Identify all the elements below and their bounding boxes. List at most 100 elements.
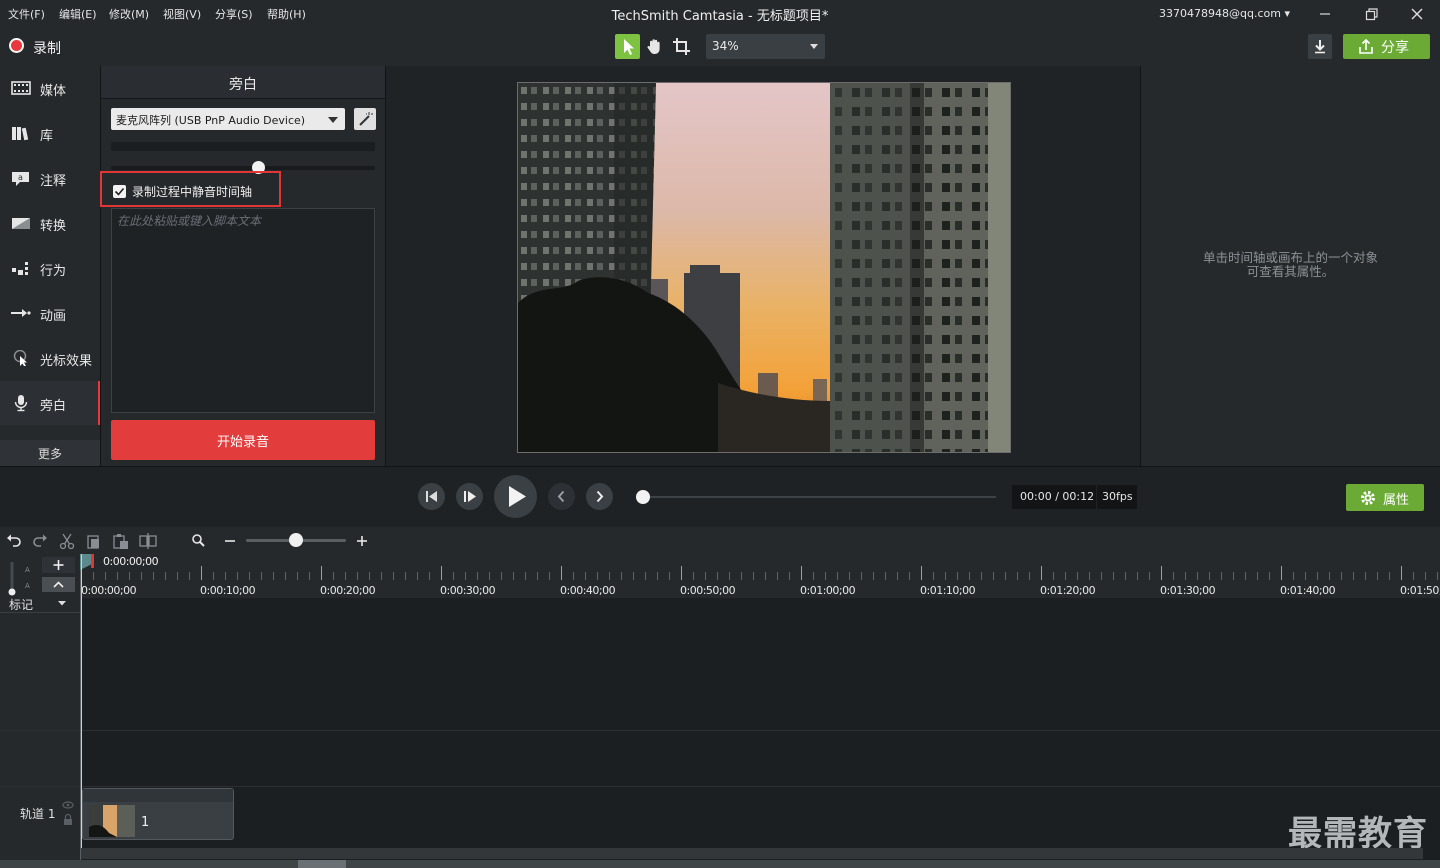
copy-icon[interactable]	[84, 531, 104, 551]
nav-label: 媒体	[40, 84, 67, 99]
mute-timeline-checkbox[interactable]	[113, 185, 126, 198]
track-visibility-icon[interactable]	[61, 797, 75, 827]
undo-icon[interactable]	[4, 531, 24, 551]
svg-text:a: a	[18, 173, 23, 182]
nav-item-narration[interactable]: 旁白	[0, 381, 100, 425]
play-button[interactable]	[494, 475, 537, 518]
previous-clip-button[interactable]	[548, 483, 575, 510]
zoom-out-icon[interactable]	[223, 531, 237, 551]
zoom-in-icon[interactable]	[355, 531, 369, 551]
svg-text:A: A	[25, 566, 30, 574]
select-tool-button[interactable]	[615, 34, 640, 59]
microphone-select[interactable]: 麦克风阵列 (USB PnP Audio Device)	[111, 108, 345, 130]
chevron-down-icon: ▾	[1284, 7, 1290, 20]
ruler-label: 0:00:20;00	[320, 584, 376, 597]
nav-label: 动画	[40, 309, 67, 324]
auto-level-button[interactable]	[354, 108, 376, 130]
menu-bar: 文件(F) 编辑(E) 修改(M) 视图(V) 分享(S) 帮助(H) Tech…	[0, 0, 1440, 28]
properties-hint-line1: 单击时间轴或画布上的一个对象	[1202, 250, 1378, 265]
record-button[interactable]: 录制	[33, 38, 61, 58]
nav-item-animations[interactable]: 动画	[0, 291, 100, 335]
properties-panel: 单击时间轴或画布上的一个对象 可查看其属性。	[1141, 66, 1440, 466]
minimize-icon	[1320, 13, 1330, 15]
timeline-ruler[interactable]: 0:00:00;00 0:00:10;00 0:00:20;00 0:00:30…	[81, 554, 1440, 598]
scrubber-handle[interactable]	[636, 490, 650, 504]
annotation-icon: a	[12, 172, 29, 186]
nav-item-transitions[interactable]: 转换	[0, 201, 100, 245]
timeline-zoom-handle[interactable]	[289, 533, 303, 547]
ruler-label: 0:01:30;00	[1160, 584, 1216, 597]
time-value: 00:00 / 00:12	[1020, 490, 1095, 503]
nav-item-behaviors[interactable]: 行为	[0, 246, 100, 290]
timeline-horizontal-scrollbar[interactable]	[81, 848, 1423, 859]
ruler-ticks	[81, 566, 1438, 580]
timeline-toolbar	[0, 527, 1440, 554]
redo-icon[interactable]	[30, 531, 50, 551]
share-label: 分享	[1381, 40, 1409, 56]
playback-scrubber[interactable]	[643, 496, 996, 498]
timeline-clip[interactable]: 1	[82, 788, 234, 840]
chevron-right-icon	[596, 490, 604, 503]
ruler-label: 0:01:00;00	[800, 584, 856, 597]
script-input[interactable]	[111, 208, 375, 413]
plus-icon	[53, 560, 64, 570]
canvas-media[interactable]	[517, 82, 1011, 453]
ruler-label: 0:01:40;00	[1280, 584, 1336, 597]
gear-icon	[1361, 491, 1375, 505]
nav-item-annotations[interactable]: a 注释	[0, 156, 100, 200]
close-icon	[1411, 8, 1423, 20]
split-icon[interactable]	[138, 531, 158, 551]
restore-button[interactable]	[1361, 4, 1381, 24]
account-menu[interactable]: 3370478948@qq.com ▾	[1159, 7, 1290, 20]
more-button[interactable]: 更多	[0, 440, 100, 466]
pan-tool-button[interactable]	[642, 34, 667, 59]
microphone-device: 麦克风阵列 (USB PnP Audio Device)	[116, 114, 306, 127]
narration-panel: 旁白 麦克风阵列 (USB PnP Audio Device) 录制过程中静音时…	[100, 66, 385, 466]
start-recording-button[interactable]: 开始录音	[111, 420, 375, 460]
ruler-label: 0:01:50;	[1400, 584, 1440, 597]
close-button[interactable]	[1407, 4, 1427, 24]
properties-hint: 单击时间轴或画布上的一个对象 可查看其属性。	[1141, 251, 1440, 279]
nav-item-library[interactable]: 库	[0, 111, 100, 155]
track-height-slider[interactable]: AA	[4, 558, 34, 598]
cut-icon[interactable]	[57, 531, 77, 551]
properties-button[interactable]: 属性	[1346, 484, 1424, 511]
playhead-handle[interactable]	[80, 554, 94, 570]
download-button[interactable]	[1308, 34, 1332, 59]
canvas-zoom-select[interactable]: 34%	[706, 34, 825, 59]
behavior-icon	[12, 262, 28, 275]
bottom-scrollbar-thumb[interactable]	[298, 860, 346, 868]
hand-icon	[647, 39, 660, 54]
volume-slider[interactable]	[111, 166, 375, 170]
next-clip-button[interactable]	[586, 483, 613, 510]
step-back-button[interactable]	[418, 483, 445, 510]
mute-timeline-label: 录制过程中静音时间轴	[132, 185, 253, 199]
nav-item-media[interactable]: 媒体	[0, 66, 100, 110]
nav-item-cursor-effects[interactable]: 光标效果	[0, 336, 100, 380]
nav-label: 转换	[40, 219, 67, 234]
bottom-scrollbar[interactable]	[0, 860, 1440, 868]
timeline-tracks[interactable]	[81, 598, 1440, 868]
ruler-label: 0:00:00;00	[81, 584, 137, 597]
film-icon	[11, 81, 31, 95]
crop-tool-button[interactable]	[669, 34, 694, 59]
record-icon[interactable]	[9, 38, 24, 53]
collapse-markers-button[interactable]	[42, 577, 75, 592]
crop-icon	[673, 38, 690, 55]
share-icon	[1359, 38, 1373, 54]
step-forward-button[interactable]	[456, 483, 483, 510]
ruler-label: 0:00:40;00	[560, 584, 616, 597]
fps-display[interactable]: 30fps	[1097, 485, 1137, 509]
time-display: 00:00 / 00:12	[1012, 485, 1096, 509]
clip-thumbnail	[89, 805, 135, 837]
search-icon	[192, 534, 205, 547]
canvas-area	[386, 66, 1140, 466]
markers-dropdown[interactable]	[56, 597, 68, 612]
minimize-button[interactable]	[1315, 4, 1335, 24]
nav-label: 注释	[40, 174, 67, 189]
more-label: 更多	[37, 447, 62, 461]
paste-icon[interactable]	[111, 531, 131, 551]
share-button[interactable]: 分享	[1343, 34, 1430, 59]
svg-text:A: A	[25, 582, 30, 590]
add-track-button[interactable]	[42, 557, 75, 573]
